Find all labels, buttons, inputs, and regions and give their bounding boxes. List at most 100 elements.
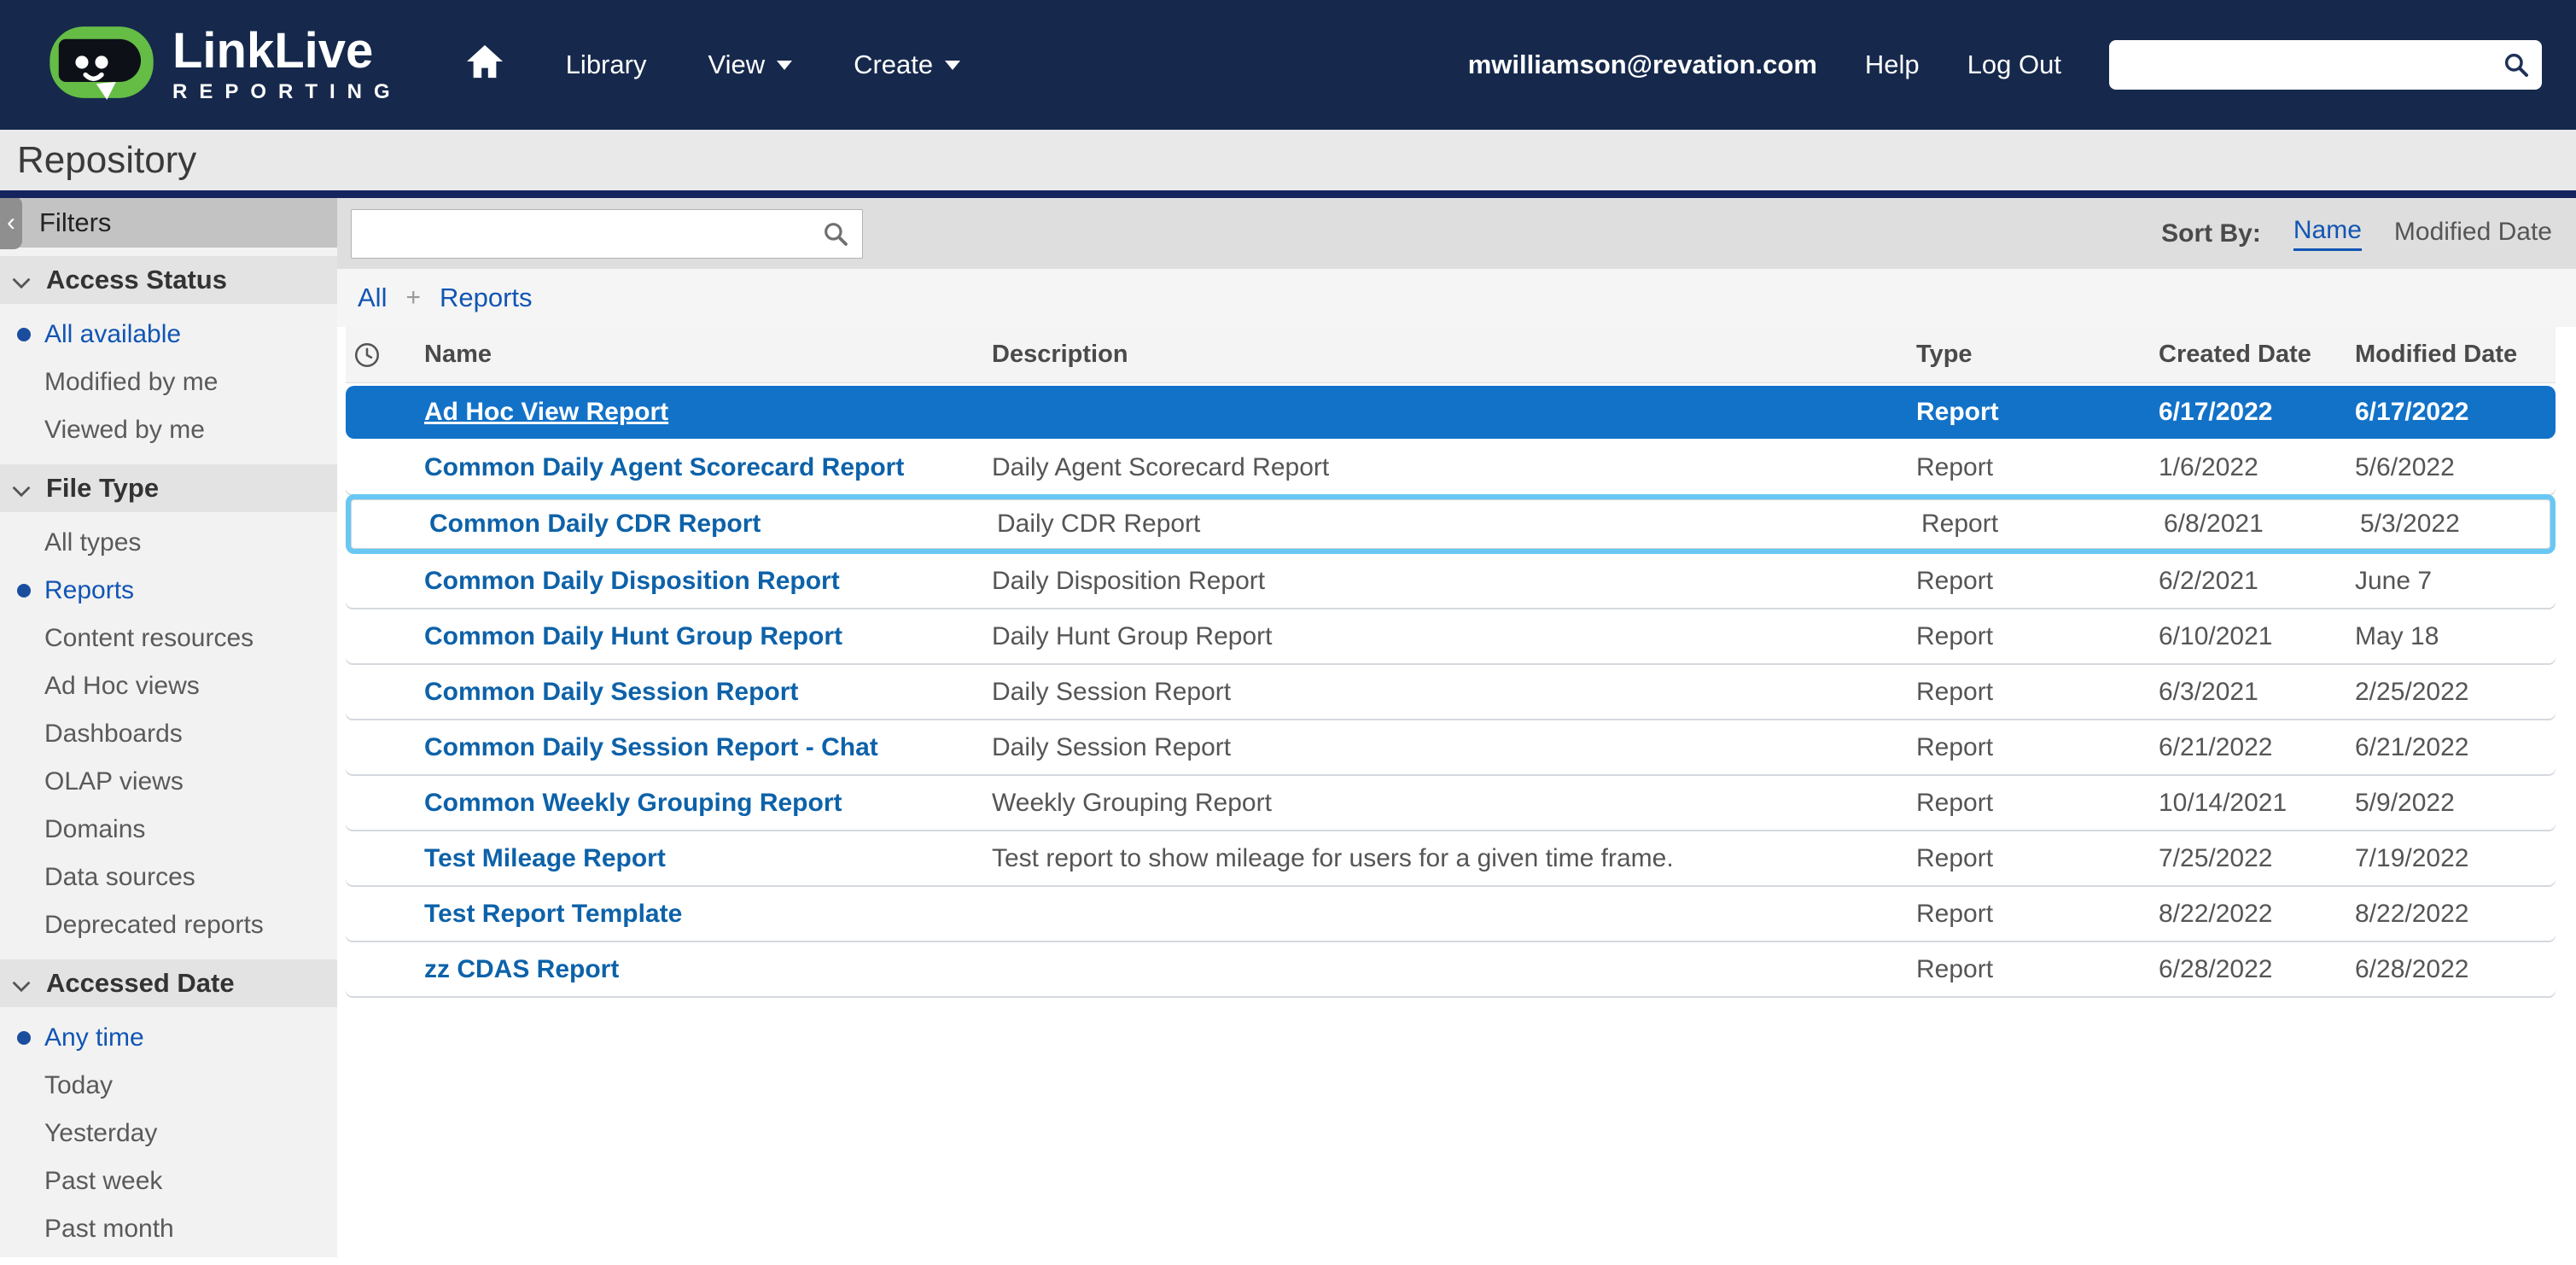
selected-bullet-icon [17,584,31,598]
nav-right: mwilliamson@revation.com Help Log Out [1468,40,2542,90]
column-header-created-date[interactable]: Created Date [2159,341,2355,369]
row-type: Report [1916,567,2159,596]
sidebar-section-header-accessed-date[interactable]: Accessed Date [0,959,337,1007]
clock-icon [346,341,424,370]
linklive-logo-icon [48,25,155,106]
sidebar-item-all-available[interactable]: All available [0,311,337,359]
sidebar-section-header-access-status[interactable]: Access Status [0,256,337,304]
sidebar-item-yesterday[interactable]: Yesterday [0,1110,337,1157]
table-row[interactable]: Common Daily Session Report Daily Session… [346,666,2556,719]
breadcrumb-reports[interactable]: Reports [440,283,533,313]
sidebar-item-data-sources[interactable]: Data sources [0,854,337,901]
breadcrumb-all[interactable]: All [358,283,387,313]
row-modified-date: 6/28/2022 [2355,955,2556,984]
table-row[interactable]: Test Mileage ReportTest report to show m… [346,832,2556,885]
sidebar-item-olap-views[interactable]: OLAP views [0,758,337,806]
table-row[interactable]: Common Weekly Grouping ReportWeekly Grou… [346,777,2556,830]
logout-button[interactable]: Log Out [1967,50,2061,80]
filters-title: Filters [39,207,111,238]
repository-search-input[interactable] [351,209,863,259]
sidebar-item-past-month[interactable]: Past month [0,1205,337,1253]
row-type: Report [1916,678,2159,707]
row-name-cell: Common Daily Session Report - Chat [424,733,992,762]
chevron-left-icon: ‹ [7,208,15,237]
sidebar-item-label: Dashboards [44,720,183,749]
sidebar-item-domains[interactable]: Domains [0,806,337,854]
sidebar-section-items: Any timeTodayYesterday Past week Past mont… [0,1007,337,1257]
nav-item-view[interactable]: View [708,50,792,80]
row-description: Daily Agent Scorecard Report [992,453,1916,482]
table-row[interactable]: Common Daily Agent Scorecard Report Daily… [346,441,2556,494]
sidebar-item-today[interactable]: Today [0,1062,337,1110]
sidebar-item-dashboards[interactable]: Dashboards [0,710,337,758]
help-button[interactable]: Help [1865,50,1920,80]
sidebar-item-reports[interactable]: Reports [0,567,337,615]
row-name-cell: Common Daily CDR Report [429,510,997,539]
sidebar-item-label: Deprecated reports [44,911,264,940]
search-icon[interactable] [2503,51,2530,85]
sort-by-group: Sort By: Name Modified Date [2161,216,2552,251]
row-type: Report [1916,622,2159,651]
row-name-cell: zz CDAS Report [424,955,992,984]
column-header-name[interactable]: Name [424,341,992,369]
report-link-common-daily-session-report-chat[interactable]: Common Daily Session Report - Chat [424,733,878,761]
table-row[interactable]: Common Daily Hunt Group Report Daily Hunt… [346,610,2556,663]
chevron-down-icon [12,968,31,999]
home-button[interactable] [465,44,504,86]
sidebar-item-deprecated-reports[interactable]: Deprecated reports [0,901,337,949]
report-link-ad-hoc-view-report[interactable]: Ad Hoc View Report [424,398,668,426]
table-row[interactable]: zz CDAS ReportReport6/28/20226/28/2022 [346,943,2556,996]
sidebar-item-past-week[interactable]: Past week [0,1157,337,1205]
row-description: Daily Hunt Group Report [992,622,1916,651]
sort-option-name[interactable]: Name [2293,216,2362,251]
report-link-zz-cdas-report[interactable]: zz CDAS Report [424,955,619,983]
sidebar-section-header-file-type[interactable]: File Type [0,464,337,512]
report-link-test-mileage-report[interactable]: Test Mileage Report [424,844,666,872]
breadcrumb: All + Reports [337,269,2576,327]
table-row[interactable]: Ad Hoc View ReportReport6/17/20226/17/20… [346,386,2556,439]
sidebar-item-all-types[interactable]: All types [0,519,337,567]
row-created-date: 7/25/2022 [2159,844,2355,873]
report-link-common-daily-session-report[interactable]: Common Daily Session Report [424,678,798,706]
sidebar-item-content-resources[interactable]: Content resources [0,615,337,662]
report-link-common-daily-disposition-report[interactable]: Common Daily Disposition Report [424,567,840,595]
row-modified-date: May 18 [2355,622,2556,651]
report-link-common-daily-agent-scorecard-report[interactable]: Common Daily Agent Scorecard Report [424,453,904,481]
row-description: Daily Session Report [992,678,1916,707]
report-link-common-daily-hunt-group-report[interactable]: Common Daily Hunt Group Report [424,622,842,650]
row-type: Report [1916,955,2159,984]
nav-item-create[interactable]: Create [854,50,960,80]
global-search-input[interactable] [2109,40,2542,90]
table-row[interactable]: Test Report TemplateReport8/22/20228/22/… [346,888,2556,941]
column-header-description[interactable]: Description [992,341,1916,369]
report-link-test-report-template[interactable]: Test Report Template [424,900,682,928]
sidebar-item-viewed-by-me[interactable]: Viewed by me [0,406,337,454]
linklive-logo[interactable]: LinkLive REPORTING [48,25,402,106]
row-name-cell: Test Mileage Report [424,844,992,873]
sidebar-item-modified-by-me[interactable]: Modified by me [0,359,337,406]
row-modified-date: 6/17/2022 [2355,398,2556,427]
sidebar-item-label: Viewed by me [44,416,205,445]
row-name-cell: Common Weekly Grouping Report [424,789,992,818]
sidebar-item-any-time[interactable]: Any time [0,1014,337,1062]
search-icon[interactable] [822,220,849,252]
table-row[interactable]: Common Daily Session Report - ChatDaily … [346,721,2556,774]
filters-header: ‹ Filters [0,198,337,248]
nav-item-library[interactable]: Library [566,50,647,80]
sidebar-section-items: All availableModified by me Viewed by me [0,304,337,464]
sidebar-item-label: Past week [44,1167,162,1196]
report-link-common-daily-cdr-report[interactable]: Common Daily CDR Report [429,510,761,538]
sidebar-item-label: Past month [44,1215,174,1244]
column-header-type[interactable]: Type [1916,341,2159,369]
table-row[interactable]: Common Daily Disposition ReportDaily Dis… [346,555,2556,608]
selected-bullet-icon [17,1031,31,1045]
row-type: Report [1916,453,2159,482]
column-header-modified-date[interactable]: Modified Date [2355,341,2556,369]
sidebar-section-title: Access Status [46,265,227,295]
sidebar-item-ad-hoc-views[interactable]: Ad Hoc views [0,662,337,710]
table-row[interactable]: Common Daily CDR ReportDaily CDR ReportR… [346,494,2556,554]
brand-name: LinkLive [172,26,402,78]
sort-option-modified-date[interactable]: Modified Date [2394,218,2552,250]
report-link-common-weekly-grouping-report[interactable]: Common Weekly Grouping Report [424,789,842,817]
sidebar-collapse-button[interactable]: ‹ [0,198,22,249]
